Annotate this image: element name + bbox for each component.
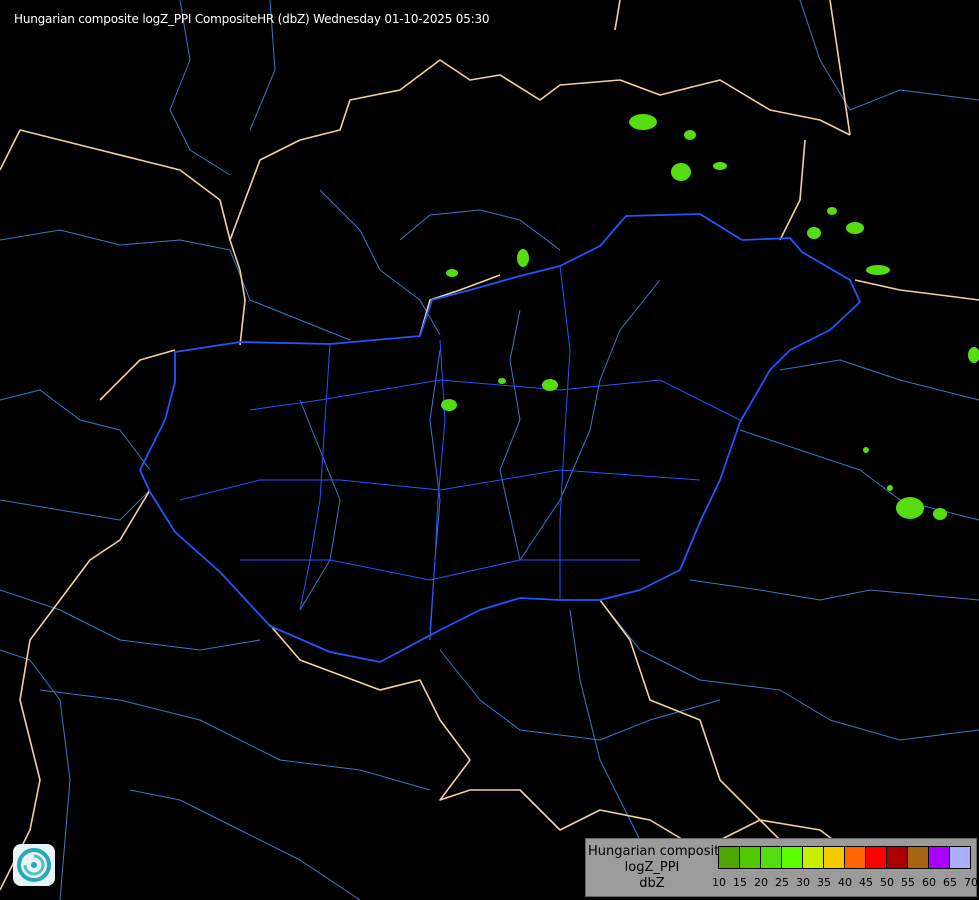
legend-tick-label: 25 — [775, 876, 789, 889]
country-border — [599, 599, 781, 841]
logo-icon — [13, 844, 55, 886]
country-border — [419, 274, 501, 336]
legend-swatch — [740, 847, 761, 868]
county-border — [240, 559, 640, 581]
river-line — [319, 189, 441, 336]
river-line — [0, 229, 351, 341]
radar-echo — [713, 162, 727, 170]
legend-swatch — [761, 847, 782, 868]
radar-echo — [517, 249, 529, 267]
country-border — [229, 59, 851, 241]
river-line — [0, 389, 151, 471]
river-line — [0, 589, 261, 651]
legend-tick-label: 70 — [964, 876, 978, 889]
radar-echo — [498, 378, 506, 384]
country-border — [829, 0, 851, 136]
country-border — [0, 129, 246, 346]
county-border — [299, 343, 331, 611]
legend-ticks: 10 15 20 25 30 35 40 45 50 55 60 65 70 — [712, 876, 978, 890]
legend-tick-label: 20 — [754, 876, 768, 889]
legend-tick-label: 60 — [922, 876, 936, 889]
radar-echo — [542, 379, 558, 391]
radar-echo — [887, 485, 893, 491]
river-line — [399, 209, 561, 251]
legend-swatch — [866, 847, 887, 868]
river-line — [439, 649, 721, 741]
legend-tick-label: 55 — [901, 876, 915, 889]
river-line — [689, 579, 979, 601]
radar-echo — [933, 508, 947, 520]
legend-swatch — [929, 847, 950, 868]
country-border — [0, 489, 151, 891]
river-line — [519, 279, 661, 561]
legend-tick-label: 65 — [943, 876, 957, 889]
legend-unit: dbZ — [639, 876, 665, 891]
country-border — [614, 0, 621, 31]
rivers-layer — [0, 0, 979, 900]
river-line — [499, 309, 521, 561]
country-borders-layer — [0, 0, 979, 891]
country-border — [269, 624, 861, 861]
legend-swatch — [719, 847, 740, 868]
radar-map[interactable] — [0, 0, 979, 900]
radar-echo — [441, 399, 457, 411]
radar-echo — [896, 497, 924, 519]
color-legend: Hungarian composite logZ_PPI dbZ 10 15 20 2… — [585, 838, 978, 897]
hungary-border — [139, 213, 861, 663]
country-border — [854, 279, 979, 301]
legend-color-bar — [718, 846, 971, 869]
river-line — [569, 609, 641, 841]
legend-swatch — [782, 847, 803, 868]
legend-title: Hungarian composite logZ_PPI dbZ — [588, 844, 728, 892]
county-border — [249, 379, 741, 421]
river-line — [799, 0, 979, 111]
radar-echoes-layer — [441, 114, 979, 520]
legend-swatch — [845, 847, 866, 868]
legend-swatch — [908, 847, 929, 868]
hungary-border-layer — [139, 213, 861, 663]
radar-echo — [846, 222, 864, 234]
legend-swatch — [950, 847, 970, 868]
legend-tick-label: 45 — [859, 876, 873, 889]
radar-map-view: Hungarian composite logZ_PPI CompositeHR… — [0, 0, 979, 900]
legend-swatch — [824, 847, 845, 868]
country-border — [779, 139, 806, 241]
country-border — [99, 349, 176, 401]
radar-echo — [863, 447, 869, 453]
radar-echo — [671, 163, 691, 181]
legend-tick-label: 15 — [733, 876, 747, 889]
legend-tick-label: 10 — [712, 876, 726, 889]
legend-tick-label: 50 — [880, 876, 894, 889]
river-line — [599, 599, 979, 741]
river-line — [39, 689, 431, 791]
radar-echo — [684, 130, 696, 140]
county-border — [559, 265, 571, 600]
river-line — [0, 489, 151, 521]
river-line — [129, 789, 361, 900]
river-line — [779, 359, 979, 401]
radar-echo — [807, 227, 821, 239]
radar-echo — [629, 114, 657, 130]
legend-swatch — [803, 847, 824, 868]
legend-line: Hungarian composite — [588, 844, 728, 859]
legend-swatch — [887, 847, 908, 868]
radar-echo — [968, 347, 979, 363]
radar-echo — [866, 265, 890, 275]
radar-echo — [446, 269, 458, 277]
legend-tick-label: 35 — [817, 876, 831, 889]
river-line — [739, 429, 979, 521]
legend-tick-label: 40 — [838, 876, 852, 889]
legend-tick-label: 30 — [796, 876, 810, 889]
legend-line: logZ_PPI — [624, 860, 680, 875]
radar-echo — [827, 207, 837, 215]
river-line — [169, 0, 231, 176]
map-title: Hungarian composite logZ_PPI CompositeHR… — [14, 12, 490, 26]
county-border — [429, 339, 446, 631]
